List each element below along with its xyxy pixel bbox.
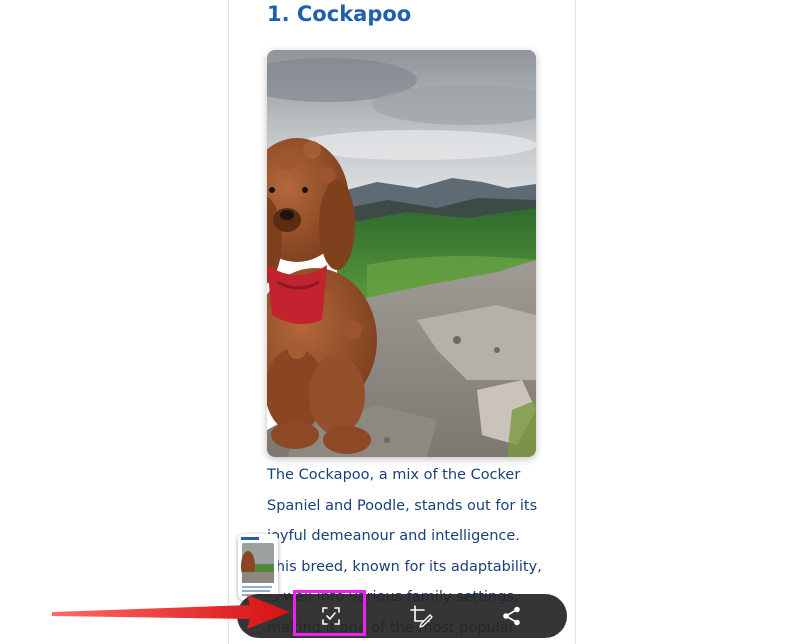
screen: 1. Cockapoo The Cockapoo, a mix of the C… [0,0,800,644]
screenshot-toolbar [237,594,567,638]
article-page: 1. Cockapoo The Cockapoo, a mix of the C… [228,0,576,644]
cockapoo-photo[interactable] [267,50,536,457]
paragraph-line: Spaniel and Poodle, stands out for its [267,497,538,514]
paragraph-line: This breed, known for its adaptability, [267,558,542,575]
share-icon [503,606,520,626]
scan-text-icon [322,607,340,625]
article-heading: 1. Cockapoo [267,2,412,26]
paragraph-line: The Cockapoo, a mix of the Cocker [267,467,521,483]
edit-button[interactable] [405,600,437,632]
paragraph-line: joyful demeanour and intelligence. [267,528,520,544]
share-button[interactable] [496,600,528,632]
crop-edit-icon [410,605,433,628]
scan-text-button[interactable] [315,600,347,632]
cockapoo-illustration [267,50,536,457]
screenshot-thumbnail[interactable] [238,534,278,600]
thumbnail-preview [238,534,278,600]
